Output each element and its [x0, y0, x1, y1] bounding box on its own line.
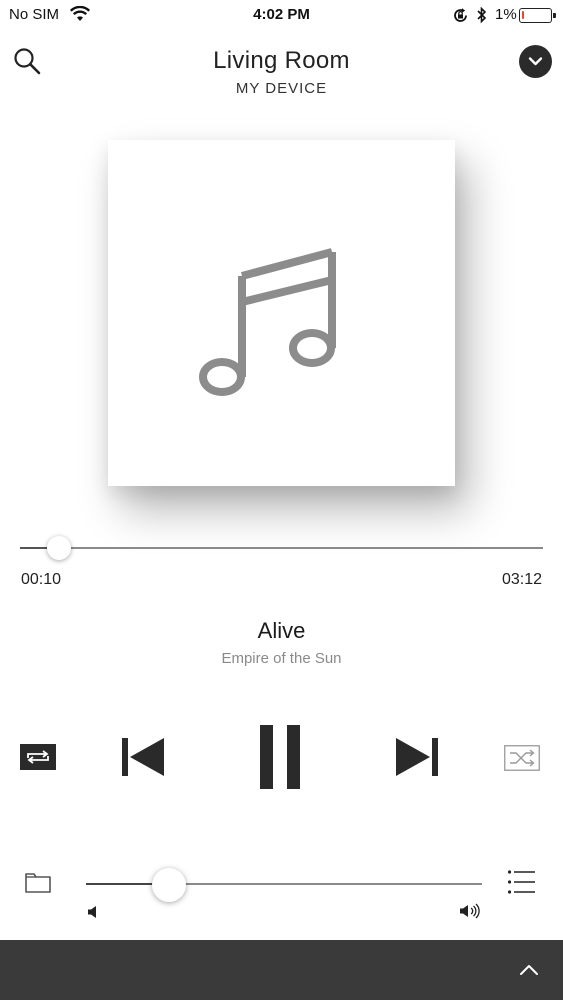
orientation-lock-icon: [452, 7, 469, 29]
volume-low-icon: [87, 905, 99, 924]
shuffle-button[interactable]: [504, 745, 540, 771]
repeat-button[interactable]: [20, 744, 56, 770]
music-note-icon: [199, 248, 336, 396]
chevron-up-icon[interactable]: [518, 962, 540, 978]
folder-icon[interactable]: [24, 870, 52, 894]
queue-list-icon[interactable]: [507, 868, 535, 896]
device-subtitle: MY DEVICE: [235, 80, 328, 97]
volume-knob[interactable]: [152, 868, 187, 902]
pause-icon: [260, 725, 300, 789]
pause-button[interactable]: [258, 725, 302, 789]
previous-track-button[interactable]: [120, 736, 166, 778]
total-time: 03:12: [501, 571, 542, 588]
battery-level-fill: [522, 11, 524, 19]
next-track-button[interactable]: [394, 736, 440, 778]
progress-fill: [20, 547, 48, 549]
volume-slider[interactable]: [86, 868, 482, 902]
playback-progress-slider[interactable]: [20, 535, 543, 560]
room-menu-button[interactable]: [519, 45, 552, 78]
repeat-icon: [20, 744, 56, 770]
battery-icon: [519, 8, 556, 23]
bluetooth-icon: [476, 6, 488, 29]
track-artist: Empire of the Sun: [221, 650, 342, 667]
status-bar: No SIM 4:02 PM 1%: [0, 0, 563, 32]
skip-next-icon: [396, 738, 438, 776]
progress-track: [20, 547, 543, 549]
album-art: [108, 140, 455, 486]
volume-high-icon: [459, 903, 481, 924]
battery-percent: 1%: [495, 6, 517, 23]
chevron-down-icon: [528, 57, 543, 66]
bottom-bar: [0, 940, 563, 1000]
progress-knob[interactable]: [47, 536, 72, 560]
shuffle-icon: [504, 745, 540, 771]
room-title: Living Room: [213, 47, 350, 74]
track-title: Alive: [257, 618, 306, 643]
elapsed-time: 00:10: [21, 571, 62, 588]
skip-previous-icon: [122, 738, 164, 776]
now-playing-screen: No SIM 4:02 PM 1% Living Room MY DEVICE …: [0, 0, 563, 1000]
